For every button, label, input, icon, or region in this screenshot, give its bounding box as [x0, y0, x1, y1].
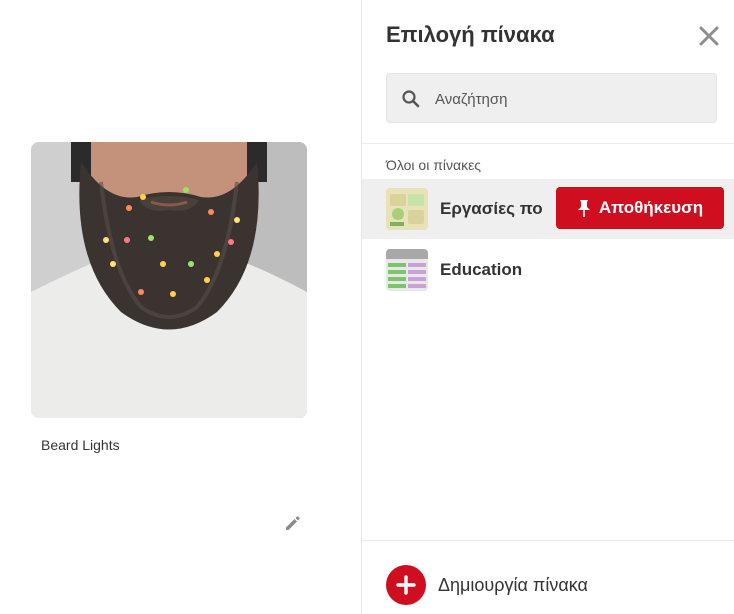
plus-icon: [386, 565, 426, 605]
section-label: Όλοι οι πίνακες: [386, 157, 482, 173]
pencil-icon[interactable]: [283, 513, 303, 533]
save-button[interactable]: Αποθήκευση: [556, 187, 724, 229]
header-divider: [362, 143, 734, 144]
board-row-education[interactable]: Education: [362, 240, 734, 300]
close-icon[interactable]: [697, 24, 721, 48]
panel-title: Επιλογή πίνακα: [386, 22, 555, 47]
board-thumbnail-worksheets: [386, 188, 428, 230]
search-icon: [401, 89, 421, 109]
save-button-label: Αποθήκευση: [598, 198, 704, 217]
pin-preview-panel: Beard Lights: [0, 0, 361, 614]
create-board-label: Δημιουργία πίνακα: [438, 574, 588, 595]
pin-icon: [577, 199, 591, 217]
board-name: Education: [440, 260, 523, 279]
board-name: Εργασίες πο: [440, 199, 543, 218]
search-box[interactable]: [386, 73, 717, 123]
create-board-button[interactable]: Δημιουργία πίνακα: [386, 564, 588, 606]
footer-divider: [362, 540, 734, 541]
pin-caption: Beard Lights: [41, 437, 120, 453]
board-picker-panel: Επιλογή πίνακα Όλοι οι πίνακες: [362, 0, 734, 614]
board-thumbnail-education: [386, 249, 428, 291]
pin-image: [31, 142, 307, 418]
search-input[interactable]: [435, 86, 705, 112]
board-row-ergasies[interactable]: Εργασίες πο Αποθήκευση: [362, 179, 734, 239]
